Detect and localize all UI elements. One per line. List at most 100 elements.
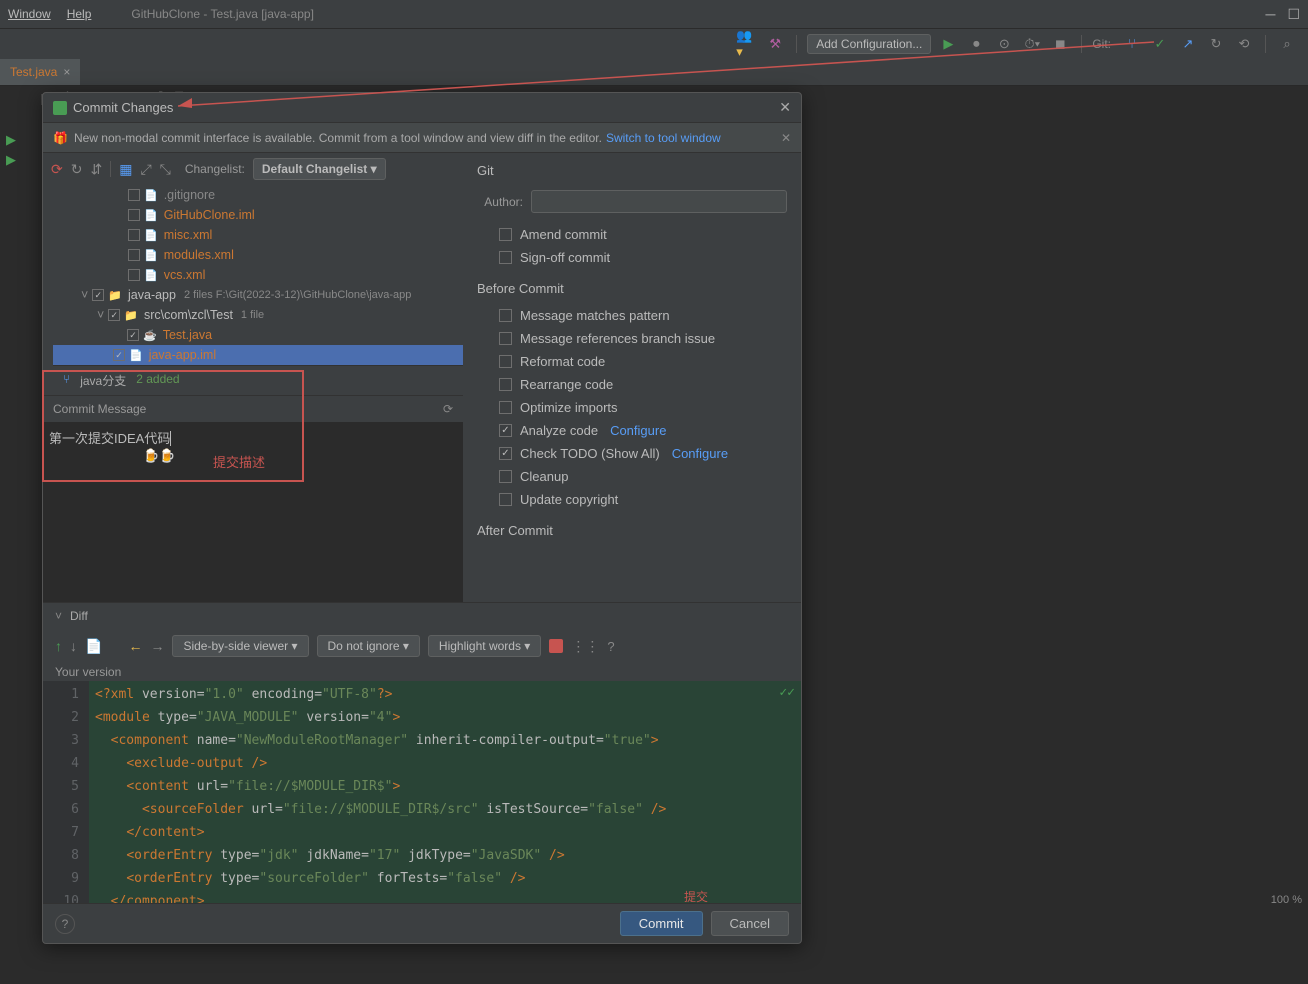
tree-row-srcpath[interactable]: ˅📁src\com\zcl\Test1 file xyxy=(53,305,463,325)
stop-icon[interactable]: ◼ xyxy=(1049,33,1071,55)
tree-row-misc-xml[interactable]: 📄misc.xml xyxy=(53,225,463,245)
prev-diff-icon[interactable]: ↑ xyxy=(55,638,62,654)
commit-dialog: Commit Changes ✕ 🎁 New non-modal commit … xyxy=(42,92,802,944)
configure-analyze-link[interactable]: Configure xyxy=(610,423,666,438)
gutter-run-icon[interactable]: ▶ xyxy=(6,132,16,148)
close-tab-icon[interactable]: × xyxy=(63,65,70,79)
tree-row-javaappiml[interactable]: 📄java-app.iml xyxy=(53,345,463,365)
tree-row-javaapp[interactable]: ˅📁java-app2 files F:\Git(2022-3-12)\GitH… xyxy=(53,285,463,305)
tab-test-java[interactable]: Test.java × xyxy=(0,59,80,85)
menu-help[interactable]: Help xyxy=(67,7,92,21)
msg-pattern-checkbox[interactable] xyxy=(499,309,512,322)
menu-window[interactable]: Window xyxy=(8,7,51,21)
close-dialog-icon[interactable]: ✕ xyxy=(779,99,791,116)
coverage-icon[interactable]: ⊙ xyxy=(993,33,1015,55)
user-icon[interactable]: 👥▾ xyxy=(736,33,758,55)
gift-icon: 🎁 xyxy=(53,131,68,145)
minimize-icon[interactable]: ─ xyxy=(1266,6,1276,23)
maximize-icon[interactable]: ☐ xyxy=(1287,6,1300,23)
reformat-checkbox[interactable] xyxy=(499,355,512,368)
diff-icon[interactable]: ⇵ xyxy=(90,161,102,178)
editor-tabs: Test.java × xyxy=(0,58,1308,86)
window-title: GitHubClone - Test.java [java-app] xyxy=(131,7,314,21)
optimize-checkbox[interactable] xyxy=(499,401,512,414)
main-toolbar: 👥▾ ⚒ Add Configuration... ▶ ⏺ ⊙ ⏱▾ ◼ Git… xyxy=(0,28,1308,58)
line-numbers: 12345678910 xyxy=(43,681,89,903)
diff-highlight-dropdown[interactable]: Highlight words ▾ xyxy=(428,635,541,657)
git-rollback-icon[interactable]: ⟲ xyxy=(1233,33,1255,55)
amend-checkbox[interactable] xyxy=(499,228,512,241)
tree-row-vcs-xml[interactable]: 📄vcs.xml xyxy=(53,265,463,285)
diff-header[interactable]: ˅ Diff xyxy=(43,603,801,629)
expand-icon[interactable]: ⤢ xyxy=(140,161,151,178)
diff-code[interactable]: 12345678910 <?xml version="1.0" encoding… xyxy=(43,681,801,903)
git-branches-icon[interactable]: ⑂ xyxy=(1121,33,1143,55)
rearrange-label: Rearrange code xyxy=(520,377,613,392)
cleanup-checkbox[interactable] xyxy=(499,470,512,483)
gutter-run-icon[interactable]: ▶ xyxy=(6,152,16,168)
debug-icon[interactable]: ⏺ xyxy=(965,33,987,55)
run-icon[interactable]: ▶ xyxy=(937,33,959,55)
dialog-icon xyxy=(53,101,67,115)
author-label: Author: xyxy=(477,195,523,209)
banner-text: New non-modal commit interface is availa… xyxy=(74,131,602,145)
close-banner-icon[interactable]: ✕ xyxy=(781,131,791,145)
forward-icon[interactable]: → xyxy=(150,638,164,654)
gutter-run-icons: ▶ ▶ xyxy=(6,132,16,168)
build-icon[interactable]: ⚒ xyxy=(764,33,786,55)
changelist-dropdown[interactable]: Default Changelist ▾ xyxy=(253,158,386,180)
refresh-icon[interactable]: ⟳ xyxy=(51,161,63,178)
banner-link[interactable]: Switch to tool window xyxy=(606,131,721,145)
configure-todo-link[interactable]: Configure xyxy=(672,446,728,461)
diff-help-icon[interactable]: ? xyxy=(607,639,614,654)
commit-history-icon[interactable]: ⟳ xyxy=(443,402,453,416)
signoff-label: Sign-off commit xyxy=(520,250,610,265)
diff-collapse-arrow[interactable]: ˅ xyxy=(55,609,62,623)
next-diff-icon[interactable]: ↓ xyxy=(70,638,77,654)
tree-row-testjava[interactable]: ☕Test.java xyxy=(53,325,463,345)
git-push-icon[interactable]: ↗ xyxy=(1177,33,1199,55)
file-icon[interactable]: 📄 xyxy=(85,638,102,655)
author-input[interactable] xyxy=(531,190,787,213)
git-commit-icon[interactable]: ✓ xyxy=(1149,33,1171,55)
rollback-icon[interactable]: ↻ xyxy=(71,161,83,178)
run-config-button[interactable]: Add Configuration... xyxy=(807,34,931,54)
help-button[interactable]: ? xyxy=(55,914,75,934)
window-titlebar: Window Help GitHubClone - Test.java [jav… xyxy=(0,0,1308,28)
tree-row-modules-xml[interactable]: 📄modules.xml xyxy=(53,245,463,265)
commit-button[interactable]: Commit xyxy=(620,911,703,936)
diff-settings-icon[interactable]: ⋮⋮ xyxy=(571,638,599,655)
todo-checkbox[interactable] xyxy=(499,447,512,460)
copyright-label: Update copyright xyxy=(520,492,618,507)
optimize-label: Optimize imports xyxy=(520,400,618,415)
cleanup-label: Cleanup xyxy=(520,469,568,484)
annotation-red-box xyxy=(42,370,304,482)
diff-lock-icon[interactable] xyxy=(549,639,563,653)
amend-label: Amend commit xyxy=(520,227,607,242)
file-tree[interactable]: 📄.gitignore 📄GitHubClone.iml 📄misc.xml 📄… xyxy=(43,185,463,395)
diff-viewer-dropdown[interactable]: Side-by-side viewer ▾ xyxy=(172,635,308,657)
msg-pattern-label: Message matches pattern xyxy=(520,308,670,323)
cancel-button[interactable]: Cancel xyxy=(711,911,789,936)
msg-branch-checkbox[interactable] xyxy=(499,332,512,345)
profile-icon[interactable]: ⏱▾ xyxy=(1021,33,1043,55)
right-panel: Git Author: Amend commit Sign-off commit… xyxy=(463,153,801,602)
tree-row-gitignore[interactable]: 📄.gitignore xyxy=(53,185,463,205)
copyright-checkbox[interactable] xyxy=(499,493,512,506)
analyze-checkbox[interactable] xyxy=(499,424,512,437)
dialog-titlebar[interactable]: Commit Changes ✕ xyxy=(43,93,801,123)
tab-label: Test.java xyxy=(10,65,57,79)
git-history-icon[interactable]: ↻ xyxy=(1205,33,1227,55)
signoff-checkbox[interactable] xyxy=(499,251,512,264)
code-ok-icon: ✓✓ xyxy=(779,685,795,700)
todo-label: Check TODO (Show All) xyxy=(520,446,660,461)
collapse-icon[interactable]: ⤡ xyxy=(160,161,171,178)
code-content: <?xml version="1.0" encoding="UTF-8"?> <… xyxy=(89,681,801,903)
search-icon[interactable]: ⌕ xyxy=(1276,33,1298,55)
back-icon[interactable]: ← xyxy=(128,638,142,654)
diff-ignore-dropdown[interactable]: Do not ignore ▾ xyxy=(317,635,420,657)
rearrange-checkbox[interactable] xyxy=(499,378,512,391)
tree-row-githubclone-iml[interactable]: 📄GitHubClone.iml xyxy=(53,205,463,225)
before-commit-title: Before Commit xyxy=(477,281,787,296)
group-icon[interactable]: ▦ xyxy=(119,161,132,178)
